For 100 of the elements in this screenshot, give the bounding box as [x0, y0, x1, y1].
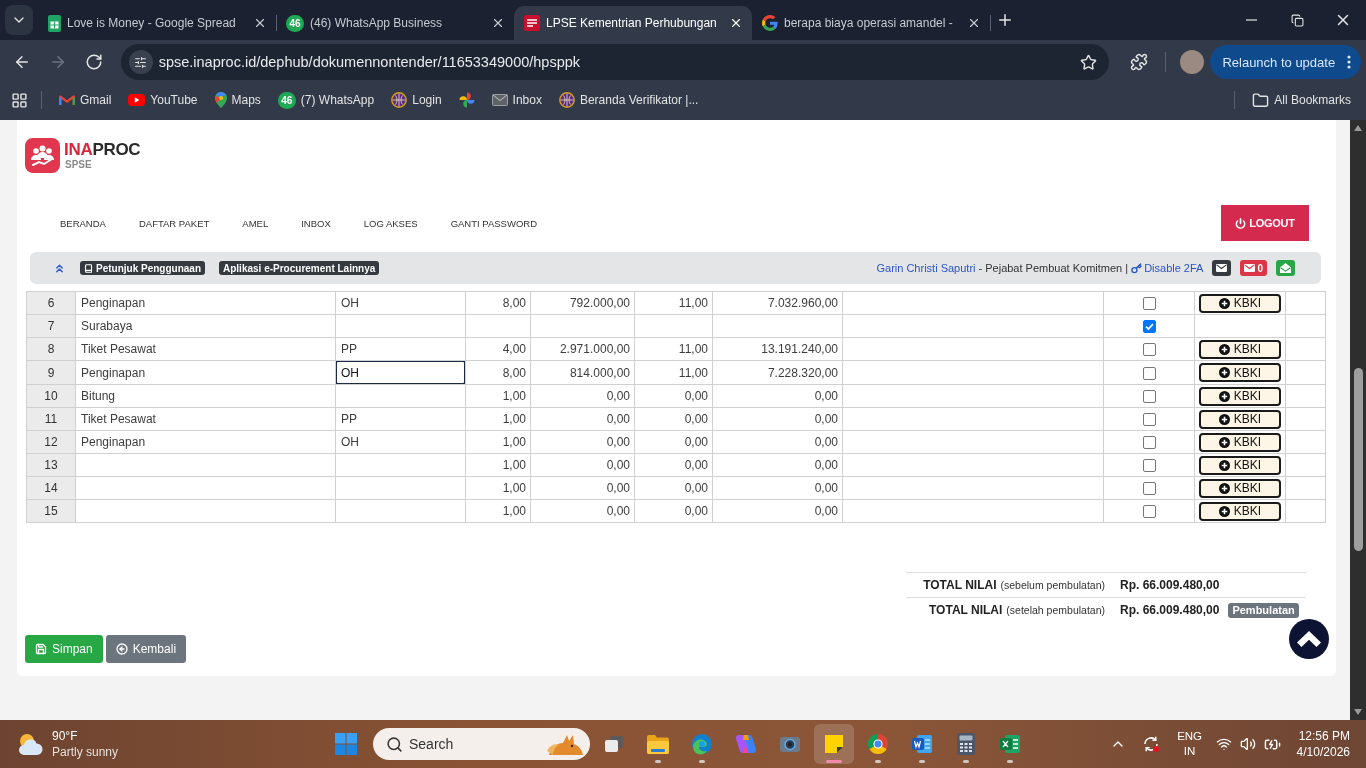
bookmark-link[interactable]: Beranda Verifikator |... — [550, 86, 707, 114]
rounding-button[interactable]: Pembulatan — [1228, 602, 1299, 618]
table-cell: 7.228.320,00 — [712, 360, 843, 385]
bookmark-link[interactable]: YouTube — [120, 86, 206, 114]
table-cell: 0,00 — [712, 499, 843, 523]
sticky-note-icon — [823, 733, 845, 755]
scroll-down-icon — [1354, 709, 1362, 715]
search-icon — [386, 735, 403, 753]
kbki-button[interactable]: KBKI — [1199, 363, 1281, 382]
row-number: 8 — [26, 337, 76, 361]
total-note: (sebelum pembulatan) — [1000, 579, 1105, 591]
plus-circle-icon — [1218, 390, 1230, 402]
nav-link[interactable]: BERANDA — [60, 217, 106, 229]
table-cell: Penginapan — [75, 291, 336, 315]
row-checkbox[interactable] — [1142, 505, 1156, 519]
chevron-up-icon — [1297, 631, 1321, 647]
key-icon — [1131, 262, 1143, 274]
nav-link[interactable]: LOG AKSES — [363, 217, 418, 229]
weather-icon — [16, 731, 44, 757]
table-cell: Bitung — [75, 384, 336, 408]
row-checkbox[interactable] — [1142, 459, 1156, 473]
nav-link[interactable]: GANTI PASSWORD — [450, 217, 538, 229]
kbki-button[interactable]: KBKI — [1199, 409, 1281, 429]
kbki-button[interactable]: KBKI — [1199, 501, 1281, 521]
nav-link[interactable]: AMEL — [242, 217, 269, 229]
arrow-circle-left-icon — [115, 643, 128, 655]
table-cell: Tiket Pesawat — [75, 407, 336, 431]
mail-badge[interactable] — [1212, 260, 1232, 276]
browser-tab[interactable]: 46 (46) WhatsApp Business — [276, 6, 514, 40]
address-bar[interactable]: spse.inaproc.id/dephub/dokumennontender/11653349000/hpsppk — [120, 44, 1109, 80]
site-info-button[interactable] — [128, 50, 153, 74]
logo-wordmark: INAPROC — [64, 140, 141, 159]
book-icon — [84, 263, 93, 273]
logo-icon — [524, 15, 540, 31]
task-view-icon — [603, 733, 625, 755]
relaunch-button[interactable]: Relaunch to update — [1210, 45, 1361, 79]
nav-link[interactable]: DAFTAR PAKET — [138, 217, 210, 229]
logo-subtitle: SPSE — [65, 159, 93, 170]
disable-2fa-link[interactable]: Disable 2FA — [1131, 262, 1204, 274]
close-icon — [253, 16, 267, 30]
bookmark-link[interactable]: 46 (7) WhatsApp — [269, 86, 383, 114]
browser-tab[interactable]: Love is Money - Google Spread — [38, 6, 276, 40]
scrollbar-thumb[interactable] — [1353, 368, 1363, 551]
grid-icon — [10, 91, 28, 109]
row-checkbox[interactable] — [1142, 343, 1156, 357]
table-cell: 1,00 — [465, 476, 531, 500]
table-cell: Penginapan — [75, 430, 336, 454]
kbki-button[interactable]: KBKI — [1199, 455, 1281, 475]
cell-editor-input[interactable]: OH — [335, 360, 466, 385]
total-value: Rp. 66.009.480,00 — [1120, 578, 1220, 592]
plus-circle-icon — [1218, 436, 1230, 448]
bookmark-link[interactable]: Inbox — [483, 86, 550, 114]
back-button[interactable]: Kembali — [105, 635, 187, 663]
link-badge[interactable]: Aplikasi e-Procurement Lainnya — [219, 261, 380, 275]
row-checkbox[interactable] — [1142, 436, 1156, 450]
row-number: 12 — [26, 430, 76, 454]
browser-tab[interactable]: berapa biaya operasi amandel - — [752, 6, 990, 40]
bookmark-link[interactable]: Maps — [206, 86, 269, 114]
restore-icon — [1290, 13, 1304, 27]
row-checkbox[interactable] — [1142, 413, 1156, 427]
url-text[interactable]: spse.inaproc.id/dephub/dokumennontender/11653349000/hpsppk — [158, 54, 1075, 70]
table-cell: 1,00 — [465, 384, 531, 408]
table-cell: 0,00 — [530, 430, 635, 454]
table-cell: 11,00 — [634, 291, 713, 315]
weather-widget[interactable]: 90°F Partly sunny — [0, 724, 310, 764]
document-icon — [911, 733, 933, 755]
bookmark-link[interactable]: Gmail — [51, 86, 120, 114]
nav-link[interactable]: INBOX — [301, 217, 331, 229]
logout-button[interactable]: LOGOUT — [1221, 205, 1309, 241]
taskbar-search[interactable]: Search — [373, 728, 590, 760]
taskbar-app-button[interactable] — [814, 724, 854, 764]
kbki-button[interactable]: KBKI — [1199, 432, 1281, 452]
row-checkbox[interactable] — [1142, 482, 1156, 496]
table-cell: 0,00 — [530, 476, 635, 500]
bookmark-link[interactable]: Login — [383, 86, 450, 114]
total-label: TOTAL NILAI — [923, 578, 997, 592]
mail-badge[interactable]: 0 — [1240, 260, 1267, 276]
language-button[interactable]: ENG IN — [1173, 724, 1206, 764]
table-cell: 0,00 — [530, 384, 635, 408]
link-badge[interactable]: Petunjuk Penggunaan — [80, 261, 205, 275]
table-cell: 792.000,00 — [530, 291, 635, 315]
tab-search-button[interactable] — [5, 5, 33, 35]
kbki-button[interactable]: KBKI — [1199, 478, 1281, 498]
scrollbar[interactable] — [1350, 120, 1366, 720]
row-checkbox[interactable] — [1142, 390, 1156, 404]
row-checkbox[interactable] — [1142, 366, 1156, 380]
browser-tab[interactable]: LPSE Kementrian Perhubungan — [514, 6, 752, 40]
kbki-button[interactable]: KBKI — [1199, 293, 1281, 313]
clock-button[interactable]: 12:56 PM 4/10/2026 — [1290, 724, 1356, 764]
kbki-button[interactable]: KBKI — [1199, 386, 1281, 406]
total-value: Rp. 66.009.480,00 — [1120, 603, 1220, 617]
row-checkbox[interactable] — [1142, 297, 1156, 311]
row-checkbox[interactable] — [1142, 320, 1156, 334]
table-cell: 13.191.240,00 — [712, 337, 843, 361]
kbki-button[interactable]: KBKI — [1199, 339, 1281, 359]
all-bookmarks-button[interactable]: All Bookmarks — [1244, 86, 1359, 114]
user-link[interactable]: Garin Christi Saputri — [876, 262, 976, 274]
table-cell: 7.032.960,00 — [712, 291, 843, 315]
profile-button[interactable] — [1178, 48, 1207, 76]
plus-circle-icon — [1218, 297, 1230, 309]
